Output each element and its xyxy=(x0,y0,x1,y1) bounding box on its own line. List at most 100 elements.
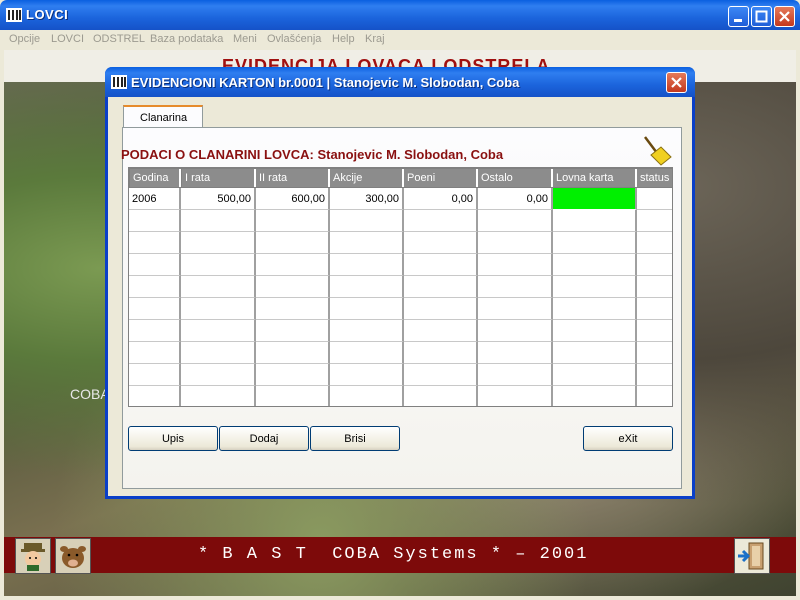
menu-opcije[interactable]: Opcije xyxy=(9,33,40,45)
empty-cell[interactable] xyxy=(404,232,478,254)
empty-cell[interactable] xyxy=(129,386,181,406)
empty-cell[interactable] xyxy=(256,364,330,386)
exit-door-button[interactable] xyxy=(734,538,770,574)
empty-cell[interactable] xyxy=(181,210,256,232)
table-row[interactable] xyxy=(129,210,672,232)
clanarina-grid[interactable]: Godina I rata II rata Akcije Poeni Ostal… xyxy=(128,167,673,407)
empty-cell[interactable] xyxy=(478,320,553,342)
empty-cell[interactable] xyxy=(129,210,181,232)
empty-cell[interactable] xyxy=(478,232,553,254)
empty-cell[interactable] xyxy=(553,276,637,298)
minimize-button[interactable] xyxy=(728,6,749,27)
empty-cell[interactable] xyxy=(478,298,553,320)
empty-cell[interactable] xyxy=(404,320,478,342)
empty-cell[interactable] xyxy=(256,232,330,254)
empty-cell[interactable] xyxy=(330,210,404,232)
empty-cell[interactable] xyxy=(129,298,181,320)
menu-baza-podataka[interactable]: Baza podataka xyxy=(150,33,223,45)
col-i-rata[interactable]: I rata xyxy=(182,169,256,187)
empty-cell[interactable] xyxy=(330,320,404,342)
menu-meni[interactable]: Meni xyxy=(233,33,257,45)
col-poeni[interactable]: Poeni xyxy=(404,169,478,187)
empty-cell[interactable] xyxy=(330,276,404,298)
empty-cell[interactable] xyxy=(181,386,256,406)
empty-cell[interactable] xyxy=(181,364,256,386)
empty-cell[interactable] xyxy=(553,210,637,232)
cell-godina[interactable]: 2006 xyxy=(129,188,181,210)
table-row[interactable] xyxy=(129,276,672,298)
menu-help[interactable]: Help xyxy=(332,33,355,45)
col-status[interactable]: status xyxy=(637,169,672,187)
empty-cell[interactable] xyxy=(637,342,672,364)
empty-cell[interactable] xyxy=(553,320,637,342)
menu-kraj[interactable]: Kraj xyxy=(365,33,385,45)
menu-ovlascenja[interactable]: Ovlašćenja xyxy=(267,33,321,45)
col-ii-rata[interactable]: II rata xyxy=(256,169,330,187)
empty-cell[interactable] xyxy=(637,298,672,320)
cell-i-rata[interactable]: 500,00 xyxy=(181,188,256,210)
empty-cell[interactable] xyxy=(181,254,256,276)
empty-cell[interactable] xyxy=(256,342,330,364)
empty-cell[interactable] xyxy=(637,232,672,254)
dodaj-button[interactable]: Dodaj xyxy=(219,426,309,451)
maximize-button[interactable] xyxy=(751,6,772,27)
table-row[interactable] xyxy=(129,298,672,320)
empty-cell[interactable] xyxy=(330,232,404,254)
table-row[interactable]: 2006 500,00 600,00 300,00 0,00 0,00 xyxy=(129,188,672,210)
empty-cell[interactable] xyxy=(330,342,404,364)
col-lovna-karta[interactable]: Lovna karta xyxy=(553,169,637,187)
cell-akcije[interactable]: 300,00 xyxy=(330,188,404,210)
hunter-button[interactable] xyxy=(15,538,51,574)
empty-cell[interactable] xyxy=(181,320,256,342)
empty-cell[interactable] xyxy=(637,210,672,232)
table-row[interactable] xyxy=(129,232,672,254)
empty-cell[interactable] xyxy=(553,232,637,254)
cell-ostalo[interactable]: 0,00 xyxy=(478,188,553,210)
table-row[interactable] xyxy=(129,364,672,386)
broom-icon[interactable] xyxy=(639,133,673,167)
empty-cell[interactable] xyxy=(330,298,404,320)
empty-cell[interactable] xyxy=(181,298,256,320)
empty-cell[interactable] xyxy=(637,276,672,298)
empty-cell[interactable] xyxy=(404,342,478,364)
table-row[interactable] xyxy=(129,254,672,276)
cell-status[interactable] xyxy=(637,188,672,210)
empty-cell[interactable] xyxy=(553,342,637,364)
upis-button[interactable]: Upis xyxy=(128,426,218,451)
cell-lovna-karta[interactable] xyxy=(553,188,637,210)
empty-cell[interactable] xyxy=(330,386,404,406)
empty-cell[interactable] xyxy=(181,232,256,254)
table-row[interactable] xyxy=(129,320,672,342)
empty-cell[interactable] xyxy=(181,342,256,364)
close-button[interactable] xyxy=(774,6,795,27)
empty-cell[interactable] xyxy=(553,386,637,406)
empty-cell[interactable] xyxy=(478,342,553,364)
empty-cell[interactable] xyxy=(553,364,637,386)
empty-cell[interactable] xyxy=(256,210,330,232)
dialog-title-bar[interactable]: EVIDENCIONI KARTON br.0001 | Stanojevic … xyxy=(105,67,695,97)
empty-cell[interactable] xyxy=(404,298,478,320)
empty-cell[interactable] xyxy=(181,276,256,298)
empty-cell[interactable] xyxy=(256,298,330,320)
empty-cell[interactable] xyxy=(330,254,404,276)
table-row[interactable] xyxy=(129,342,672,364)
tab-clanarina[interactable]: Clanarina xyxy=(123,105,203,127)
cell-ii-rata[interactable]: 600,00 xyxy=(256,188,330,210)
empty-cell[interactable] xyxy=(478,364,553,386)
menu-odstrel[interactable]: ODSTREL xyxy=(93,33,145,45)
boar-button[interactable] xyxy=(55,538,91,574)
empty-cell[interactable] xyxy=(637,386,672,406)
empty-cell[interactable] xyxy=(256,386,330,406)
col-akcije[interactable]: Akcije xyxy=(330,169,404,187)
col-godina[interactable]: Godina xyxy=(130,169,181,187)
empty-cell[interactable] xyxy=(256,320,330,342)
empty-cell[interactable] xyxy=(256,254,330,276)
empty-cell[interactable] xyxy=(256,276,330,298)
empty-cell[interactable] xyxy=(637,320,672,342)
empty-cell[interactable] xyxy=(404,276,478,298)
empty-cell[interactable] xyxy=(553,298,637,320)
empty-cell[interactable] xyxy=(129,276,181,298)
empty-cell[interactable] xyxy=(129,254,181,276)
empty-cell[interactable] xyxy=(129,342,181,364)
empty-cell[interactable] xyxy=(478,276,553,298)
